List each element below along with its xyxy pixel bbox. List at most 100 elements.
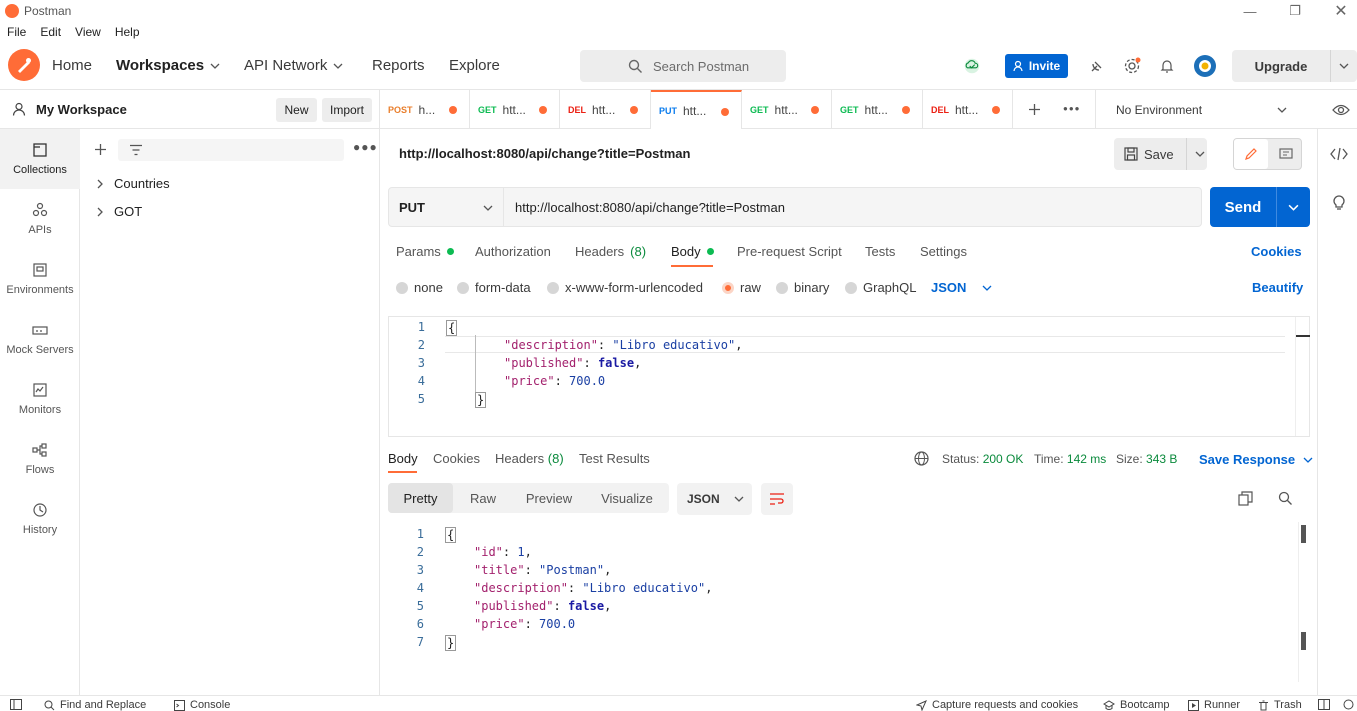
- minimize-icon[interactable]: —: [1227, 0, 1273, 22]
- more-options-icon[interactable]: ●●●: [353, 140, 378, 154]
- menu-view[interactable]: View: [75, 25, 101, 39]
- help-icon[interactable]: [1343, 699, 1354, 710]
- tab-request[interactable]: GET htt...: [742, 90, 832, 129]
- rail-apis[interactable]: APIs: [0, 189, 80, 249]
- avatar[interactable]: [1193, 54, 1217, 78]
- save-response-button[interactable]: Save Response: [1199, 452, 1313, 467]
- restore-icon[interactable]: ❐: [1272, 0, 1318, 22]
- rail-flows[interactable]: Flows: [0, 429, 80, 489]
- tab-authorization[interactable]: Authorization: [475, 244, 551, 259]
- collection-got[interactable]: GOT: [96, 204, 142, 219]
- request-body-editor[interactable]: 1 { 2 "description": "Libro educativo", …: [388, 316, 1310, 437]
- nav-explore[interactable]: Explore: [449, 57, 500, 74]
- tab-request[interactable]: DEL htt...: [560, 90, 651, 129]
- plus-icon[interactable]: [94, 143, 107, 156]
- find-replace-button[interactable]: Find and Replace: [44, 699, 146, 711]
- body-type-none[interactable]: none: [396, 280, 443, 295]
- close-icon[interactable]: ✕: [1318, 0, 1357, 22]
- tab-request[interactable]: GET htt...: [470, 90, 560, 129]
- wrap-lines-button[interactable]: [761, 483, 793, 515]
- beautify-link[interactable]: Beautify: [1252, 280, 1303, 295]
- body-type-form-data[interactable]: form-data: [457, 280, 531, 295]
- import-button[interactable]: Import: [322, 98, 372, 122]
- chevron-down-icon[interactable]: [1339, 61, 1349, 71]
- body-type-graphql[interactable]: GraphQL: [845, 280, 916, 295]
- cookies-link[interactable]: Cookies: [1251, 244, 1302, 259]
- tab-request-active[interactable]: PUT htt...: [651, 90, 742, 129]
- menu-edit[interactable]: Edit: [40, 25, 61, 39]
- tab-request[interactable]: DEL htt...: [923, 90, 1013, 129]
- body-type-urlencoded[interactable]: x-www-form-urlencoded: [547, 280, 703, 295]
- search-input[interactable]: Search Postman: [580, 50, 786, 82]
- view-raw[interactable]: Raw: [453, 483, 513, 513]
- search-icon[interactable]: [1278, 491, 1293, 506]
- new-button[interactable]: New: [276, 98, 317, 122]
- layout-icon[interactable]: [1318, 699, 1330, 710]
- edit-toggle[interactable]: [1233, 138, 1302, 170]
- nav-home[interactable]: Home: [52, 57, 92, 74]
- copy-icon[interactable]: [1238, 491, 1253, 506]
- send-button[interactable]: Send: [1210, 187, 1310, 227]
- view-visualize[interactable]: Visualize: [585, 483, 669, 513]
- rail-mock-servers[interactable]: Mock Servers: [0, 309, 80, 369]
- rail-environments[interactable]: Environments: [0, 249, 80, 309]
- code-icon[interactable]: [1330, 147, 1348, 161]
- method-select[interactable]: PUT: [389, 188, 504, 226]
- filter-input[interactable]: [118, 139, 344, 161]
- tabs-more-icon[interactable]: ●●●: [1063, 104, 1081, 113]
- tab-params[interactable]: Params: [396, 244, 454, 259]
- view-preview[interactable]: Preview: [513, 483, 585, 513]
- nav-reports[interactable]: Reports: [372, 57, 425, 74]
- scrollbar[interactable]: [1295, 317, 1310, 436]
- collection-countries[interactable]: Countries: [96, 176, 170, 191]
- rail-monitors[interactable]: Monitors: [0, 369, 80, 429]
- rail-collections[interactable]: Collections: [0, 129, 80, 189]
- nav-api-network[interactable]: API Network: [244, 57, 343, 74]
- trash-button[interactable]: Trash: [1258, 699, 1302, 711]
- url-input[interactable]: http://localhost:8080/api/change?title=P…: [515, 200, 785, 215]
- satellite-icon[interactable]: [1087, 56, 1107, 76]
- response-tab-body[interactable]: Body: [388, 451, 418, 466]
- new-tab-plus-icon[interactable]: [1028, 103, 1041, 116]
- tab-prerequest[interactable]: Pre-request Script: [737, 244, 842, 259]
- notification-bell-icon[interactable]: [1157, 56, 1177, 76]
- body-format-select[interactable]: JSON: [931, 280, 992, 295]
- runner-button[interactable]: Runner: [1188, 699, 1240, 711]
- chevron-down-icon[interactable]: [1288, 202, 1299, 213]
- menu-help[interactable]: Help: [115, 25, 140, 39]
- response-body[interactable]: 1 { 2 "id": 1, 3 "title": "Postman", 4 "…: [388, 522, 1310, 682]
- globe-icon[interactable]: [914, 451, 929, 466]
- tab-body[interactable]: Body: [671, 244, 714, 259]
- scrollbar[interactable]: [1298, 522, 1308, 682]
- tab-request[interactable]: GET htt...: [832, 90, 923, 129]
- edit-pencil-button[interactable]: [1234, 139, 1268, 169]
- settings-gear-icon[interactable]: [1122, 56, 1142, 76]
- save-button[interactable]: Save: [1114, 138, 1207, 170]
- tab-request[interactable]: POST h...: [380, 90, 470, 129]
- request-title[interactable]: http://localhost:8080/api/change?title=P…: [399, 146, 690, 161]
- response-tab-test-results[interactable]: Test Results: [579, 451, 650, 466]
- comments-button[interactable]: [1269, 139, 1302, 169]
- rail-history[interactable]: History: [0, 489, 80, 549]
- invite-button[interactable]: Invite: [1005, 54, 1068, 78]
- bootcamp-button[interactable]: Bootcamp: [1103, 699, 1170, 711]
- environment-select[interactable]: No Environment: [1095, 90, 1317, 129]
- sync-cloud-icon[interactable]: [962, 56, 982, 76]
- tab-headers[interactable]: Headers (8): [575, 244, 646, 259]
- nav-workspaces[interactable]: Workspaces: [116, 57, 220, 74]
- capture-button[interactable]: Capture requests and cookies: [916, 699, 1078, 711]
- body-type-binary[interactable]: binary: [776, 280, 829, 295]
- response-tab-headers[interactable]: Headers (8): [495, 451, 564, 466]
- body-type-raw[interactable]: raw: [722, 280, 761, 295]
- view-pretty[interactable]: Pretty: [388, 483, 453, 513]
- upgrade-button[interactable]: Upgrade: [1232, 50, 1357, 82]
- response-tab-cookies[interactable]: Cookies: [433, 451, 480, 466]
- tab-tests[interactable]: Tests: [865, 244, 895, 259]
- console-button[interactable]: Console: [174, 699, 230, 711]
- toggle-sidebar-icon[interactable]: [10, 699, 22, 710]
- lightbulb-icon[interactable]: [1331, 193, 1347, 211]
- eye-icon[interactable]: [1332, 103, 1350, 117]
- menu-file[interactable]: File: [7, 25, 26, 39]
- postman-logo-icon[interactable]: [8, 49, 40, 81]
- chevron-down-icon[interactable]: [1195, 149, 1205, 159]
